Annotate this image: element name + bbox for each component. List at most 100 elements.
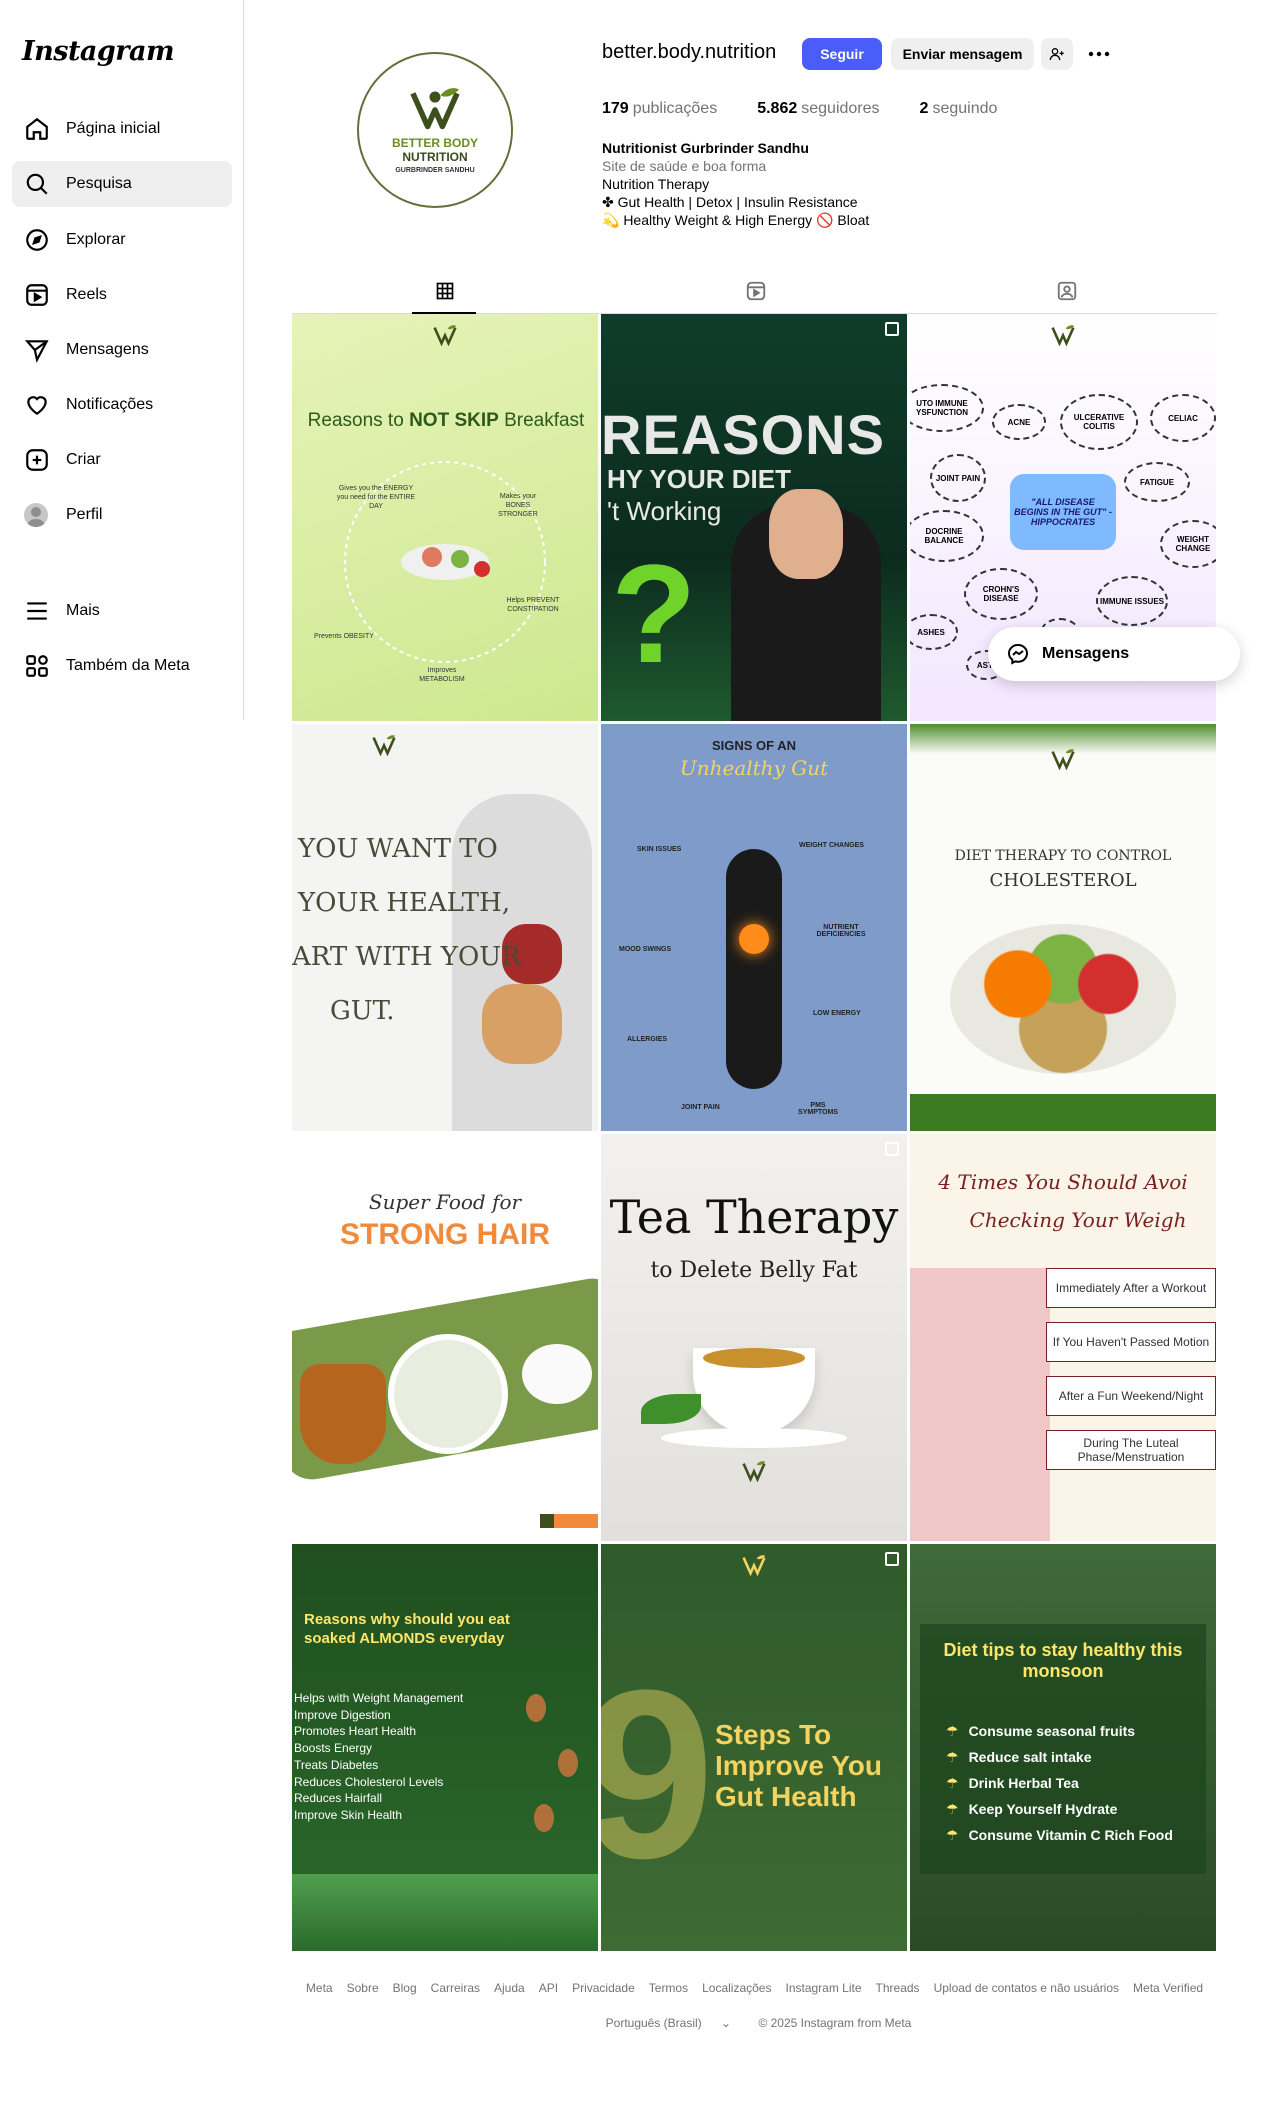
instagram-logo[interactable]: Instagram [22,36,175,67]
send-message-button[interactable]: Enviar mensagem [891,38,1034,70]
language-selector[interactable]: Português (Brasil) ⌄ [598,2016,739,2030]
post-label: LOW ENERGY [813,1010,861,1017]
more-horizontal-icon [1088,51,1110,57]
post-list: Helps with Weight Management Improve Dig… [294,1690,504,1824]
sidebar-item-more[interactable]: Mais [12,588,232,634]
follow-button[interactable]: Seguir [802,38,882,70]
list-item: If You Haven't Passed Motion [1046,1322,1216,1362]
post-tile[interactable]: REASONS HY YOUR DIET 't Working ? [601,314,907,721]
following-count[interactable]: 2 seguindo [920,100,998,118]
bio-line: 💫 Healthy Weight & High Energy 🚫 Bloat [602,212,870,228]
post-label: Makes your BONES STRONGER [498,493,538,518]
footer-link[interactable]: Termos [649,1981,688,1995]
bio-line: Nutrition Therapy [602,176,710,192]
scale-feet-graphic [910,1268,1050,1541]
post-tile[interactable]: 4 Times You Should Avoi Checking Your We… [910,1134,1216,1541]
sidebar-item-create[interactable]: Criar [12,437,232,483]
post-title: Diet tips to stay healthy this monsoon [943,1640,1183,1681]
brand-logo-icon [742,1461,766,1482]
messages-floating-button[interactable]: Mensagens [988,627,1240,681]
brand-name-line3: GURBRINDER SANDHU [395,167,475,174]
post-logo [714,1460,794,1482]
footer-link[interactable]: Meta Verified [1133,1981,1203,1995]
compass-icon [26,229,48,251]
list-item: Helps with Weight Management [294,1691,464,1705]
footer-link[interactable]: Instagram Lite [785,1981,861,1995]
tab-reels[interactable] [743,278,769,304]
post-tile[interactable]: Tea Therapy to Delete Belly Fat [601,1134,907,1541]
footer-link[interactable]: Carreiras [431,1981,480,1995]
face-graphic [769,489,843,579]
send-icon [24,340,49,363]
menu-icon [27,602,47,620]
tab-posts[interactable] [432,278,458,304]
tea-graphic [703,1348,805,1368]
question-mark-graphic: ? [611,535,697,692]
bio-line: ✤ Gut Health | Detox | Insulin Resistanc… [602,194,858,210]
body-graphic [726,849,782,1089]
post-tile[interactable]: Diet tips to stay healthy this monsoon ☂… [910,1544,1216,1951]
footer-link[interactable]: Privacidade [572,1981,635,1995]
footer-link[interactable]: Sobre [347,1981,379,1995]
post-subtitle: HY YOUR DIET [607,464,791,494]
plate-graphic [388,1334,508,1454]
meta-apps-icon [26,655,48,677]
post-title: Reasons why should you eat soaked ALMOND… [304,1611,510,1647]
sidebar-item-profile[interactable]: Perfil [12,492,232,538]
bubble: WEIGHT CHANGE [1160,520,1216,568]
sidebar-item-home[interactable]: Página inicial [12,106,232,152]
post-subtitle: 't Working [607,496,722,526]
sidebar-item-messages[interactable]: Mensagens [12,327,232,373]
bubble: FATIGUE [1124,462,1190,502]
multi-photo-icon [885,1142,899,1156]
footer-links: Meta Sobre Blog Carreiras Ajuda API Priv… [292,1981,1217,1995]
avatar-icon [24,503,48,527]
list-item: ☂ Reduce salt intake [946,1749,1092,1765]
bio-name: Nutritionist Gurbrinder Sandhu [602,140,809,156]
list-item: After a Fun Weekend/Night [1046,1376,1216,1416]
post-line: ART WITH YOUR [292,942,521,972]
tab-tagged[interactable] [1054,278,1080,304]
more-options-button[interactable] [1083,38,1115,70]
yogurt-graphic [522,1344,592,1404]
bubble: CELIAC [1150,394,1216,442]
post-label: WEIGHT CHANGES [799,842,864,849]
sidebar-item-notifications[interactable]: Notificações [12,382,232,428]
footer-link[interactable]: Blog [393,1981,417,1995]
post-tile[interactable]: Super Food for STRONG HAIR [292,1134,598,1541]
footer-link[interactable]: Ajuda [494,1981,525,1995]
post-tile[interactable]: 9 Steps To Improve You Gut Health [601,1544,907,1951]
sidebar-item-search[interactable]: Pesquisa [12,161,232,207]
followers-count[interactable]: 5.862 seguidores [757,100,879,118]
footer-link[interactable]: Meta [306,1981,333,1995]
profile-avatar[interactable]: BETTER BODY NUTRITION GURBRINDER SANDHU [357,52,513,208]
post-tile[interactable]: YOU WANT TO YOUR HEALTH, ART WITH YOUR G… [292,724,598,1131]
sidebar-item-also-from-meta[interactable]: Também da Meta [12,643,232,689]
post-label: MOOD SWINGS [619,946,672,953]
post-tile[interactable]: SIGNS OF AN Unhealthy Gut SKIN ISSUES WE… [601,724,907,1131]
sidebar-item-label: Perfil [66,506,103,523]
list-item: Promotes Heart Health [294,1724,417,1739]
brand-logo-icon [1051,749,1075,770]
suggest-user-button[interactable] [1041,38,1073,70]
footer-link[interactable]: Threads [876,1981,920,1995]
list-item: Improve Skin Health [294,1807,403,1822]
footer-link[interactable]: Upload de contatos e não usuários [934,1981,1119,1995]
sidebar-item-label: Também da Meta [66,657,190,674]
sidebar-item-reels[interactable]: Reels [12,272,232,318]
tagged-icon [1057,281,1077,301]
brand-logo-icon [410,88,460,130]
sidebar-item-explore[interactable]: Explorar [12,217,232,263]
big-number: 9 [601,1640,715,1908]
bio-category: Site de saúde e boa forma [602,158,767,174]
rain-icon: ☂ [946,1775,959,1791]
footer-link[interactable]: API [539,1981,558,1995]
cycle-diagram [344,461,546,663]
post-tile[interactable]: Reasons why should you eat soaked ALMOND… [292,1544,598,1951]
gut-glow-graphic [739,924,769,954]
post-tile[interactable]: Reasons to NOT SKIP Breakfast Gives you … [292,314,598,721]
post-tile[interactable]: DIET THERAPY TO CONTROL CHOLESTEROL [910,724,1216,1131]
rain-icon: ☂ [946,1749,959,1765]
footer-link[interactable]: Localizações [702,1981,771,1995]
messenger-icon [1007,643,1029,665]
